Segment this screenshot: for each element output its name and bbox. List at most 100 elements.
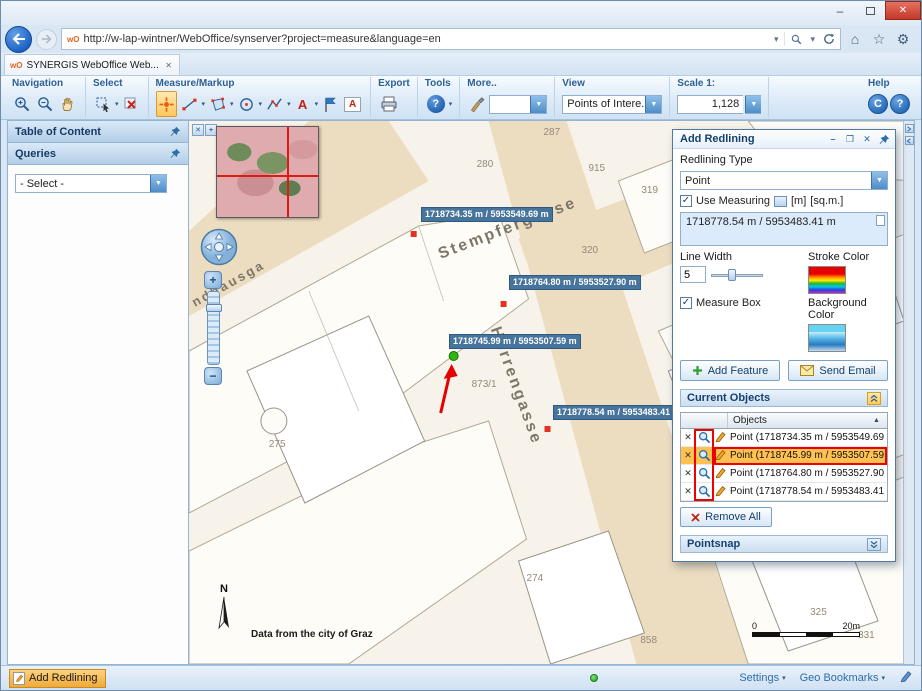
clear-selection-button[interactable] (121, 91, 141, 117)
object-row[interactable]: ✕ Point (1718778.54 m / 5953483.41 m) (681, 483, 887, 501)
delete-object-icon[interactable]: ✕ (681, 432, 695, 443)
pin-icon[interactable] (170, 126, 181, 137)
search-icon[interactable] (789, 34, 804, 45)
stroke-color-picker[interactable] (808, 266, 846, 294)
label-tool-dropdown-icon[interactable]: ▾ (315, 100, 319, 108)
measure-distance-button[interactable] (179, 91, 200, 117)
panel-pin-icon[interactable] (877, 132, 891, 146)
edit-object-icon[interactable] (713, 467, 728, 480)
zoom-to-object-icon[interactable] (695, 485, 713, 498)
query-select-arrow-icon[interactable]: ▼ (150, 175, 166, 192)
tab-synergis-weboffice[interactable]: wO SYNERGIS WebOffice Web... ✕ (4, 54, 180, 75)
zoom-slider-out-button[interactable]: − (204, 367, 222, 385)
back-button[interactable] (5, 26, 32, 53)
zoom-in-button[interactable] (12, 91, 33, 117)
text-markup-button[interactable]: A (342, 91, 363, 117)
edit-object-icon[interactable] (713, 485, 728, 498)
redlining-type-select[interactable]: Point ▼ (680, 171, 888, 190)
overview-close-button[interactable]: ✕ (192, 124, 204, 136)
collapse-panel-button[interactable] (905, 124, 914, 133)
geo-bookmarks-menu[interactable]: Geo Bookmarks ▾ (800, 672, 885, 684)
url-text[interactable]: http://w-lap-wintner/WebOffice/synserver… (83, 33, 767, 45)
scale-dropdown[interactable]: ▼ (745, 95, 761, 114)
stroke-color-gradient[interactable] (809, 274, 845, 293)
measure-profile-dropdown-icon[interactable]: ▾ (287, 100, 291, 108)
help-button[interactable]: ? (890, 94, 910, 114)
zoom-to-object-icon[interactable] (695, 467, 713, 480)
identify-tool-button[interactable]: ? (425, 91, 447, 117)
send-email-button[interactable]: Send Email (788, 360, 888, 381)
toc-panel-header[interactable]: Table of Content (8, 121, 188, 143)
label-tool-button[interactable]: A (293, 91, 313, 117)
delete-object-icon[interactable]: ✕ (681, 450, 695, 461)
refresh-icon[interactable] (821, 33, 837, 45)
redlining-type-arrow-icon[interactable]: ▼ (871, 172, 887, 189)
scale-dropdown-arrow-icon[interactable]: ▼ (745, 96, 761, 113)
zoom-slider-in-button[interactable]: + (204, 271, 222, 289)
zoom-to-object-icon[interactable] (695, 431, 713, 444)
measure-area-button[interactable] (207, 91, 228, 117)
url-field[interactable]: wO http://w-lap-wintner/WebOffice/synser… (61, 28, 841, 50)
tools-dropdown-icon[interactable]: ▾ (449, 100, 453, 108)
maximize-button[interactable] (855, 1, 885, 20)
map-viewport[interactable]: 287 280 915 319 320 873/1 275 274 858 32… (189, 120, 915, 665)
measure-circle-button[interactable] (236, 91, 257, 117)
tab-close-icon[interactable]: ✕ (163, 61, 174, 70)
remove-all-button[interactable]: Remove All (680, 507, 772, 527)
sort-ascending-icon[interactable]: ▲ (873, 417, 887, 424)
scale-input[interactable] (677, 95, 743, 114)
close-button[interactable]: ✕ (885, 1, 921, 20)
flag-marker-button[interactable] (320, 91, 340, 117)
panel-minimize-icon[interactable]: – (826, 132, 840, 146)
forward-button[interactable] (36, 29, 57, 50)
measure-box-checkbox[interactable]: ✓ (680, 297, 692, 309)
zoom-out-button[interactable] (35, 91, 56, 117)
add-feature-button[interactable]: Add Feature (680, 360, 780, 381)
active-mode-chip[interactable]: Add Redlining (9, 669, 106, 688)
pin-icon[interactable] (170, 148, 181, 159)
pan-button[interactable] (58, 91, 78, 117)
zoom-slider-handle[interactable] (206, 304, 222, 312)
delete-object-icon[interactable]: ✕ (681, 486, 695, 497)
select-dropdown-icon[interactable]: ▾ (115, 100, 119, 108)
zoom-slider-track[interactable] (207, 291, 220, 365)
favorites-star-icon[interactable]: ☆ (869, 31, 889, 48)
panel-restore-icon[interactable]: ❐ (843, 132, 857, 146)
expand-section-icon[interactable] (867, 538, 881, 551)
line-width-slider[interactable] (711, 268, 763, 282)
url-dropdown-icon[interactable]: ▾ (772, 34, 781, 45)
object-row-selected[interactable]: ✕ Point (1718745.99 m / 5953507.59 m) (681, 447, 887, 465)
slider-handle[interactable] (728, 269, 736, 281)
expand-panel-button[interactable] (905, 136, 914, 145)
minimize-button[interactable]: – (825, 1, 855, 20)
measured-coordinate-box[interactable]: 1718778.54 m / 5953483.41 m (680, 212, 888, 246)
search-dropdown-icon[interactable]: ▾ (808, 34, 817, 45)
selected-point-marker[interactable] (449, 352, 458, 361)
query-select[interactable]: - Select - ▼ (15, 174, 167, 193)
measure-point-button[interactable] (156, 91, 177, 117)
copy-note-icon[interactable] (876, 215, 885, 226)
objects-table-header[interactable]: Objects ▲ (681, 413, 887, 429)
about-button[interactable]: C (868, 94, 888, 114)
overview-map[interactable] (216, 126, 319, 218)
background-color-gradient[interactable] (809, 332, 845, 351)
more-combobox-arrow-icon[interactable]: ▼ (530, 96, 546, 113)
zoom-to-object-icon[interactable] (695, 449, 713, 462)
measure-distance-dropdown-icon[interactable]: ▾ (202, 100, 206, 108)
panel-title-bar[interactable]: Add Redlining – ❐ ✕ (673, 130, 895, 149)
use-measuring-checkbox[interactable]: ✓ (680, 195, 692, 207)
title-bar[interactable]: – ✕ (1, 1, 921, 25)
object-row[interactable]: ✕ Point (1718734.35 m / 5953549.69 m) (681, 429, 887, 447)
pointsnap-header[interactable]: Pointsnap (680, 535, 888, 553)
current-objects-header[interactable]: Current Objects (680, 389, 888, 407)
line-width-input[interactable] (680, 266, 706, 283)
object-row[interactable]: ✕ Point (1718764.80 m / 5953527.90 m) (681, 465, 887, 483)
collapse-section-icon[interactable] (867, 392, 881, 405)
measure-profile-button[interactable] (264, 91, 285, 117)
select-tool-button[interactable] (93, 91, 113, 117)
edit-object-icon[interactable] (713, 431, 728, 444)
edit-object-icon[interactable] (713, 449, 728, 462)
view-combobox-arrow-icon[interactable]: ▼ (645, 96, 661, 113)
more-tools-button[interactable] (467, 91, 487, 117)
measure-area-dropdown-icon[interactable]: ▾ (230, 100, 234, 108)
